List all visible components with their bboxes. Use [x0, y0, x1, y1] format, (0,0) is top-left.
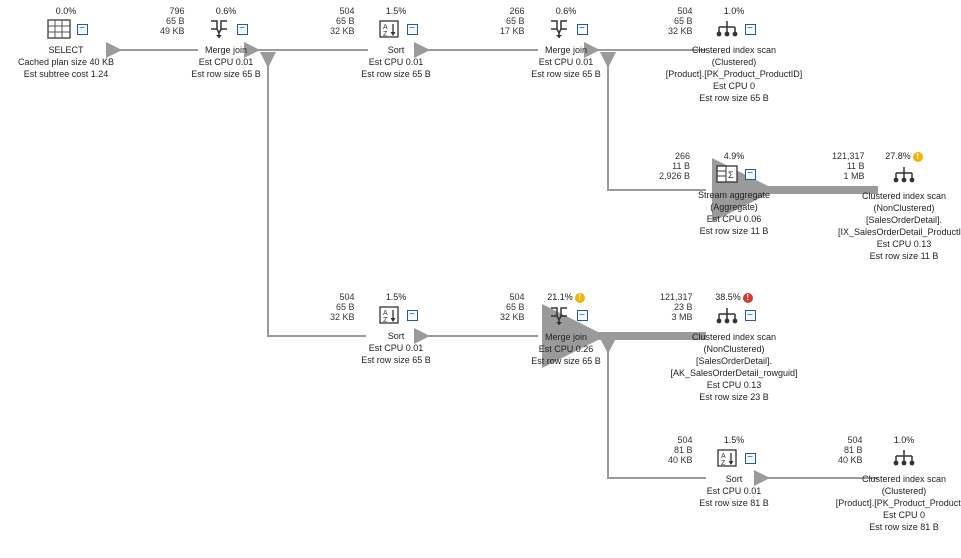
node-cix-sod-rowguid: 38.5%! − Clustered index scan (NonCluste… [654, 292, 814, 403]
cost: 1.5% [654, 435, 814, 445]
error-badge: ! [743, 293, 753, 303]
svg-text:Z: Z [383, 31, 388, 38]
index-scan-icon [713, 305, 741, 327]
cost: 4.9% [654, 151, 814, 161]
index-scan-icon [890, 447, 918, 469]
details: Merge join Est CPU 0.26 Est row size 65 … [486, 331, 646, 367]
sort-icon: AZ [713, 447, 741, 469]
cost: 21.1%! [486, 292, 646, 303]
index-scan-icon [890, 164, 918, 186]
merge-join-icon [205, 18, 233, 40]
toggle[interactable]: − [237, 24, 248, 35]
toggle[interactable]: − [745, 24, 756, 35]
details: SELECT Cached plan size 40 KB Est subtre… [0, 44, 146, 80]
index-scan-icon [713, 18, 741, 40]
svg-text:A: A [383, 310, 388, 317]
node-merge-join-3: 21.1%! − Merge join Est CPU 0.26 Est row… [486, 292, 646, 367]
cost: 0.6% [486, 6, 646, 16]
node-sort-2: 1.5% AZ − Sort Est CPU 0.01 Est row size… [316, 292, 476, 366]
details: Sort Est CPU 0.01 Est row size 65 B [316, 44, 476, 80]
merge-join-icon [545, 305, 573, 327]
toggle[interactable]: − [577, 310, 588, 321]
arrows-layer [0, 0, 961, 558]
toggle[interactable]: − [407, 310, 418, 321]
details: Clustered index scan (Clustered) [Produc… [654, 44, 814, 104]
cost: 27.8%! [824, 151, 961, 162]
cost: 38.5%! [654, 292, 814, 303]
toggle[interactable]: − [745, 453, 756, 464]
toggle[interactable]: − [577, 24, 588, 35]
sort-icon: AZ [375, 304, 403, 326]
node-merge-join-1: 0.6% − Merge join Est CPU 0.01 Est row s… [146, 6, 306, 80]
toggle[interactable]: − [745, 169, 756, 180]
toggle[interactable]: − [407, 24, 418, 35]
details: Merge join Est CPU 0.01 Est row size 65 … [146, 44, 306, 80]
warning-badge: ! [913, 152, 923, 162]
node-select: 0.0% − SELECT Cached plan size 40 KB Est… [0, 6, 146, 80]
cost: 1.5% [316, 292, 476, 302]
svg-text:A: A [721, 453, 726, 460]
svg-text:Z: Z [383, 317, 388, 324]
details: Sort Est CPU 0.01 Est row size 81 B [654, 473, 814, 509]
node-sort-3: 1.5% AZ − Sort Est CPU 0.01 Est row size… [654, 435, 814, 509]
svg-text:Σ: Σ [728, 170, 734, 180]
svg-text:A: A [383, 24, 388, 31]
cost: 1.5% [316, 6, 476, 16]
sort-icon: AZ [375, 18, 403, 40]
cost: 0.6% [146, 6, 306, 16]
node-stream-aggregate: 4.9% Σ − Stream aggregate (Aggregate) Es… [654, 151, 814, 237]
node-cix-product-1: 1.0% − Clustered index scan (Clustered) … [654, 6, 814, 104]
warning-badge: ! [575, 293, 585, 303]
details: Merge join Est CPU 0.01 Est row size 65 … [486, 44, 646, 80]
toggle[interactable]: − [745, 310, 756, 321]
details: Clustered index scan (NonClustered) [Sal… [824, 190, 961, 262]
stream-aggregate-icon: Σ [713, 163, 741, 185]
toggle[interactable]: − [77, 24, 88, 35]
select-icon [45, 18, 73, 40]
details: Clustered index scan (NonClustered) [Sal… [654, 331, 814, 403]
node-merge-join-2: 0.6% − Merge join Est CPU 0.01 Est row s… [486, 6, 646, 80]
details: Clustered index scan (Clustered) [Produc… [824, 473, 961, 533]
svg-text:Z: Z [721, 460, 726, 467]
cost: 1.0% [654, 6, 814, 16]
node-cix-sod-productid: 27.8%! Clustered index scan (NonClustere… [824, 151, 961, 262]
merge-join-icon [545, 18, 573, 40]
cost: 0.0% [0, 6, 146, 16]
cost: 1.0% [824, 435, 961, 445]
node-cix-product-2: 1.0% Clustered index scan (Clustered) [P… [824, 435, 961, 533]
node-sort-1: 1.5% AZ − Sort Est CPU 0.01 Est row size… [316, 6, 476, 80]
details: Stream aggregate (Aggregate) Est CPU 0.0… [654, 189, 814, 237]
details: Sort Est CPU 0.01 Est row size 65 B [316, 330, 476, 366]
